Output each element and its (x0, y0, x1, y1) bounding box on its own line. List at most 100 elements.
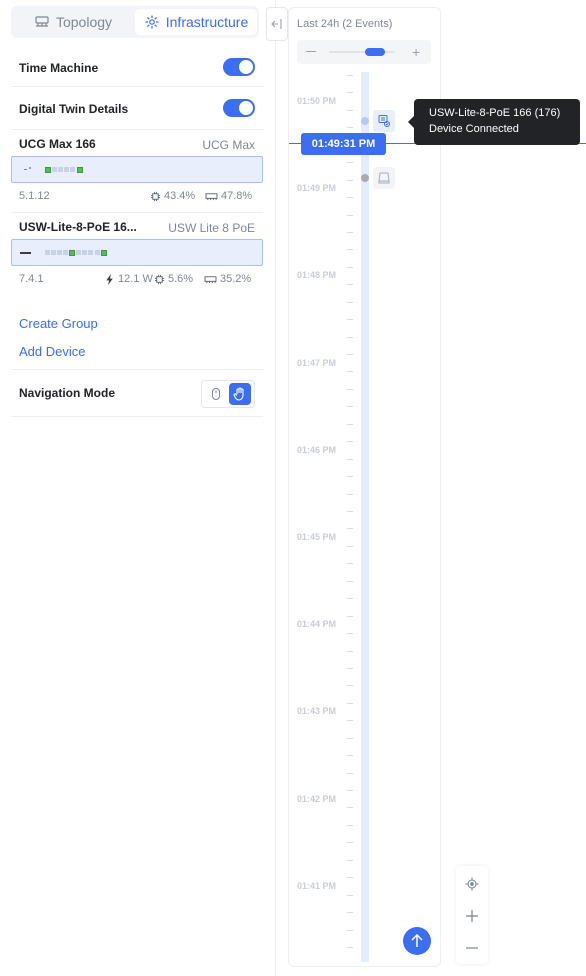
device-model: UCG Max (202, 138, 255, 152)
timeline-tick (347, 110, 353, 111)
timeline-tick (347, 215, 353, 216)
timeline-time-label: 01:47 PM (297, 357, 337, 368)
port (51, 250, 56, 255)
device-name[interactable]: USW-Lite-8-PoE 16... (19, 220, 137, 234)
zoom-out-icon[interactable] (306, 51, 316, 52)
status-led (20, 252, 31, 254)
port (70, 167, 75, 172)
port (52, 167, 57, 172)
port (58, 167, 63, 172)
port (45, 250, 50, 255)
port (77, 167, 83, 173)
timeline-tick (347, 668, 353, 669)
memory-stat: 47.8% (205, 190, 252, 202)
port (64, 167, 69, 172)
time-machine-label: Time Machine (19, 61, 99, 75)
timeline-tick (347, 162, 353, 163)
timeline-tick (347, 738, 353, 739)
cpu-icon (154, 274, 165, 284)
timeline-track[interactable] (361, 72, 369, 962)
current-time-label[interactable]: 01:49:31 PM (301, 133, 386, 155)
timeline-tick (347, 895, 353, 896)
zoom-in-icon[interactable]: + (412, 45, 420, 59)
timeline-tick (347, 947, 353, 948)
device-name[interactable]: UCG Max 166 (19, 137, 96, 151)
port (88, 250, 93, 255)
timeline-tick (347, 389, 353, 390)
timeline-tick (347, 790, 353, 791)
timeline-tick (347, 703, 353, 704)
collapse-left-icon (271, 19, 282, 29)
timeline-tick (347, 459, 353, 460)
event-dot[interactable] (361, 117, 369, 125)
timeline-tick (347, 860, 353, 861)
tab-topology[interactable]: Topology (14, 9, 132, 35)
device-faceplate[interactable] (11, 239, 263, 266)
scroll-to-top-button[interactable] (403, 927, 431, 955)
event-device-marker[interactable] (373, 110, 395, 132)
event-device-marker[interactable] (373, 167, 395, 189)
timeline-tick (347, 581, 353, 582)
create-group-link[interactable]: Create Group (19, 316, 98, 331)
device-version: 7.4.1 (19, 273, 44, 285)
collapse-panel-button[interactable] (266, 7, 288, 41)
tab-infrastructure[interactable]: Infrastructure (135, 9, 257, 35)
timeline-tick (347, 807, 353, 808)
port (69, 250, 75, 256)
bolt-icon (106, 273, 113, 285)
timeline-tick (347, 249, 353, 250)
time-machine-toggle[interactable] (223, 58, 255, 76)
device-faceplate[interactable] (11, 156, 263, 183)
infrastructure-icon (145, 15, 159, 29)
timeline-tick (347, 930, 353, 931)
port (95, 250, 100, 255)
port (76, 250, 81, 255)
timeline-tick (347, 685, 353, 686)
timeline-tick (347, 651, 353, 652)
timeline-tick (347, 267, 353, 268)
navigation-mode-label: Navigation Mode (19, 386, 116, 400)
timeline-tick (347, 127, 353, 128)
timeline-time-label: 01:50 PM (297, 96, 337, 106)
port (63, 250, 68, 255)
recenter-button[interactable] (456, 868, 488, 900)
timeline-time-label: 01:42 PM (297, 793, 337, 804)
divider (11, 369, 263, 370)
mouse-icon (212, 388, 220, 400)
zoom-out-button[interactable] (456, 932, 488, 964)
device-icon (378, 172, 390, 184)
memory-stat: 35.2% (204, 273, 251, 285)
cpu-value: 5.6% (168, 273, 194, 285)
timeline-time-label: 01:44 PM (297, 619, 337, 630)
event-dot[interactable] (361, 174, 369, 182)
device-model: USW Lite 8 PoE (168, 221, 255, 235)
port (45, 167, 51, 173)
timeline-tick (347, 476, 353, 477)
digital-twin-toggle[interactable] (223, 99, 255, 117)
add-device-link[interactable]: Add Device (19, 344, 85, 359)
port (82, 250, 87, 255)
device-connected-icon (378, 115, 390, 127)
topology-icon (35, 16, 49, 27)
timeline-tick (347, 337, 353, 338)
hand-icon (233, 387, 244, 401)
device-version: 5.1.12 (19, 190, 50, 202)
zoom-in-button[interactable] (456, 900, 488, 932)
cpu-stat: 43.4% (150, 190, 195, 202)
cpu-icon (150, 191, 161, 201)
minus-icon (466, 947, 478, 949)
hand-mode-button[interactable] (229, 383, 251, 405)
timeline-tick (347, 284, 353, 285)
map-controls (456, 866, 488, 964)
zoom-slider-thumb[interactable] (364, 48, 385, 56)
timeline-tick (347, 720, 353, 721)
timeline-tick (347, 197, 353, 198)
mouse-mode-button[interactable] (205, 383, 227, 405)
timeline-time-label: 01:46 PM (297, 444, 337, 455)
timeline-tick (347, 441, 353, 442)
navigation-mode-switch (201, 380, 255, 408)
divider (11, 212, 263, 213)
zoom-slider-track[interactable] (329, 51, 395, 53)
timeline-zoom: + (297, 40, 431, 64)
event-tooltip: USW-Lite-8-PoE 166 (176) Device Connecte… (408, 99, 580, 145)
